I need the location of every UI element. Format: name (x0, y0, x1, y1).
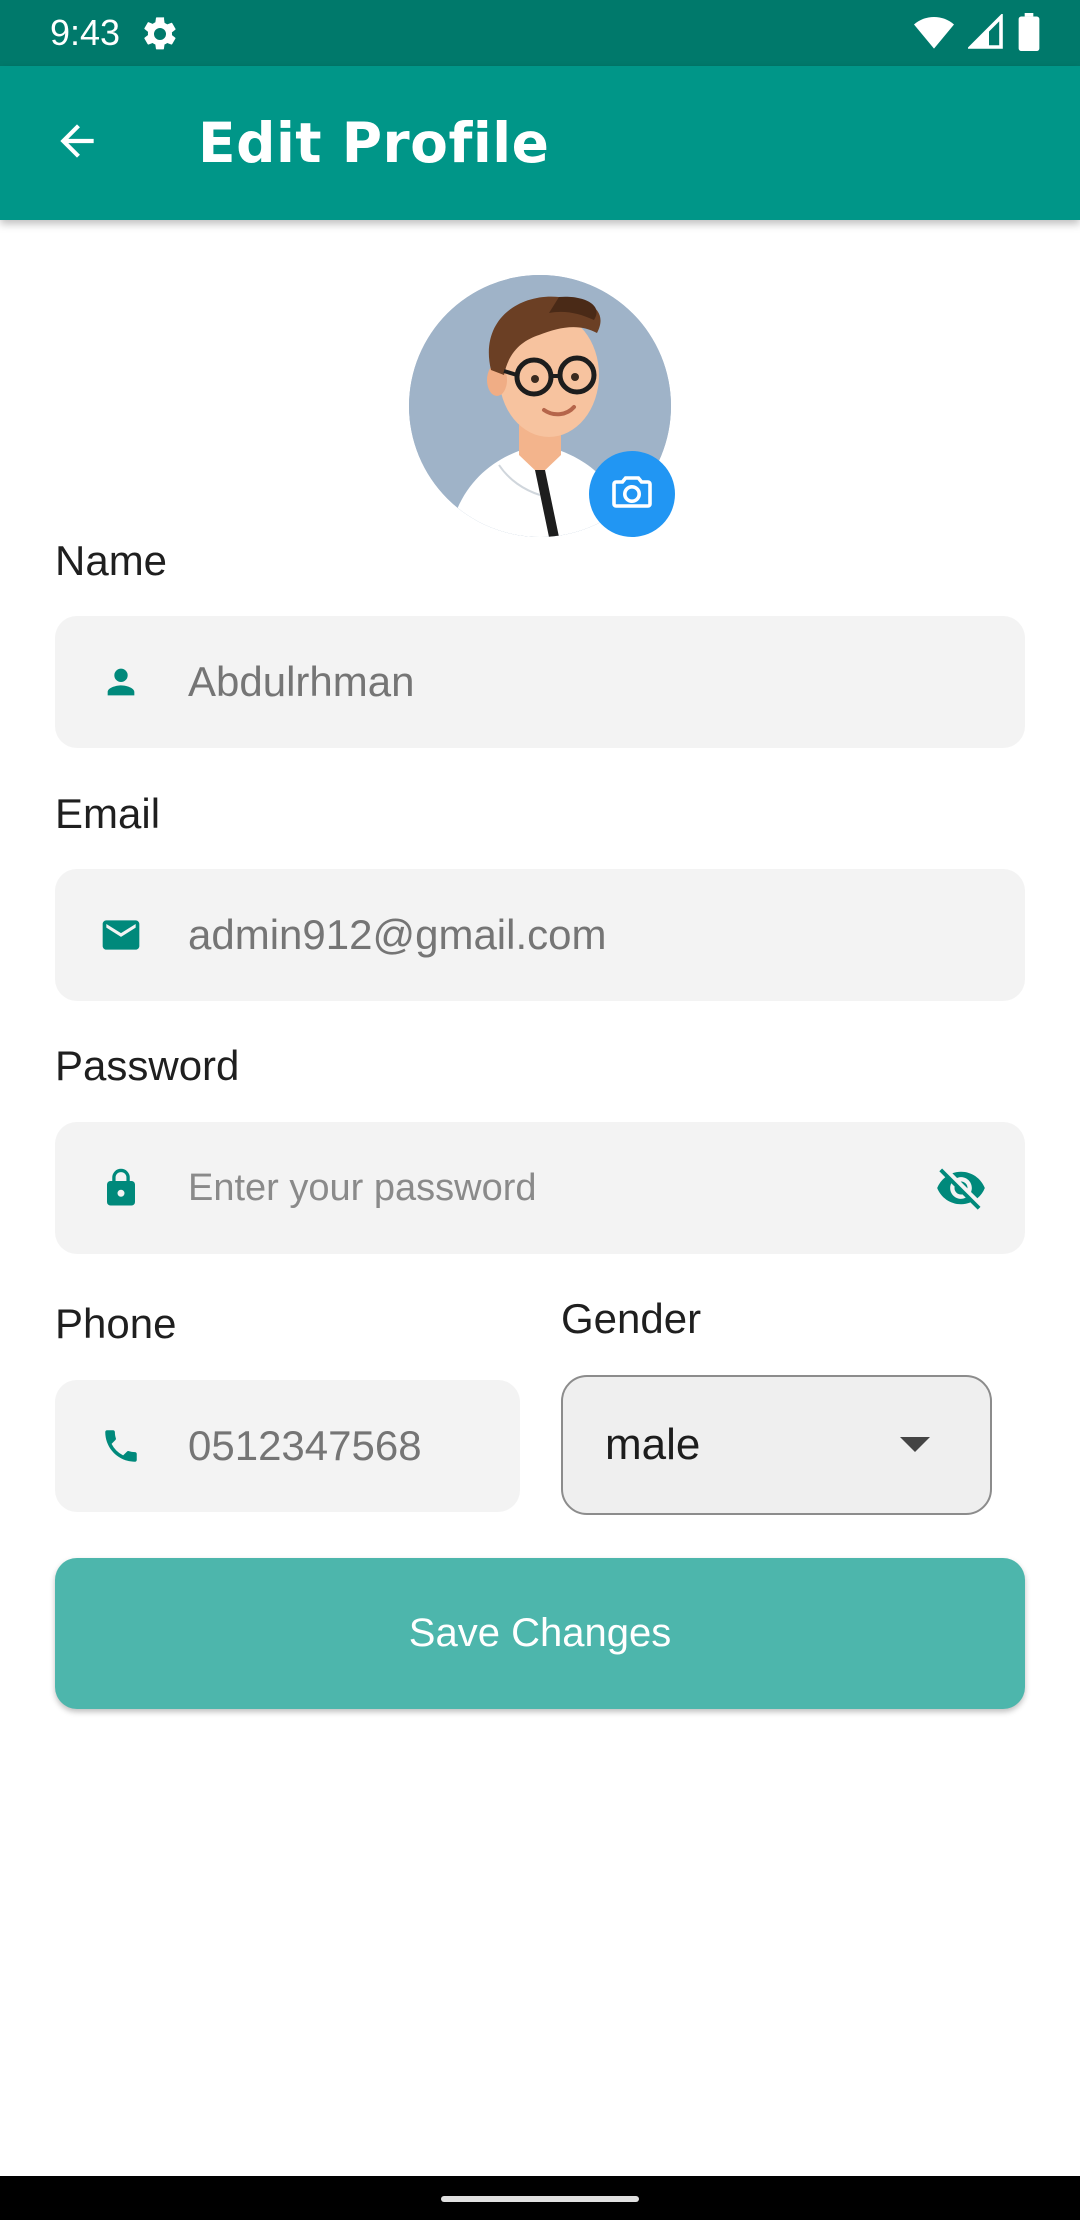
page-title: Edit Profile (198, 111, 550, 175)
app-bar: Edit Profile (0, 66, 1080, 220)
phone-value: 0512347568 (188, 1422, 422, 1469)
system-nav-bar (0, 2176, 1080, 2220)
email-label: Email (55, 790, 161, 837)
wifi-icon (914, 15, 954, 54)
camera-icon (608, 468, 656, 521)
battery-icon (1018, 12, 1040, 56)
change-photo-button[interactable] (589, 451, 675, 537)
mail-icon (97, 911, 145, 959)
status-bar: 9:43 (0, 0, 1080, 66)
phone-icon (97, 1422, 145, 1470)
status-icons (914, 12, 1040, 56)
arrow-back-icon (52, 116, 102, 171)
email-field[interactable]: admin912@gmail.com (55, 869, 1025, 1001)
gender-value: male (605, 1420, 701, 1469)
name-field[interactable]: Abdulrhman (55, 616, 1025, 748)
dropdown-arrow-icon (900, 1437, 930, 1452)
home-indicator[interactable] (441, 2196, 639, 2202)
back-button[interactable] (44, 110, 110, 176)
name-label: Name (55, 537, 168, 584)
lock-icon (97, 1164, 145, 1212)
name-value: Abdulrhman (188, 658, 415, 705)
password-label: Password (55, 1042, 240, 1089)
phone-label: Phone (55, 1300, 177, 1347)
phone-field[interactable]: 0512347568 (55, 1380, 520, 1512)
password-input[interactable]: Enter your password (188, 1122, 537, 1254)
gender-dropdown[interactable]: male (561, 1375, 992, 1515)
cell-signal-icon (966, 12, 1004, 55)
gender-label: Gender (561, 1295, 702, 1342)
visibility-off-icon[interactable] (933, 1162, 989, 1214)
email-value: admin912@gmail.com (188, 911, 607, 958)
settings-gear-icon (140, 14, 180, 54)
save-changes-button[interactable]: Save Changes (55, 1558, 1025, 1709)
password-field[interactable]: Enter your password (55, 1122, 1025, 1254)
avatar-section (409, 275, 675, 537)
person-icon (97, 658, 145, 706)
status-time: 9:43 (50, 12, 121, 53)
